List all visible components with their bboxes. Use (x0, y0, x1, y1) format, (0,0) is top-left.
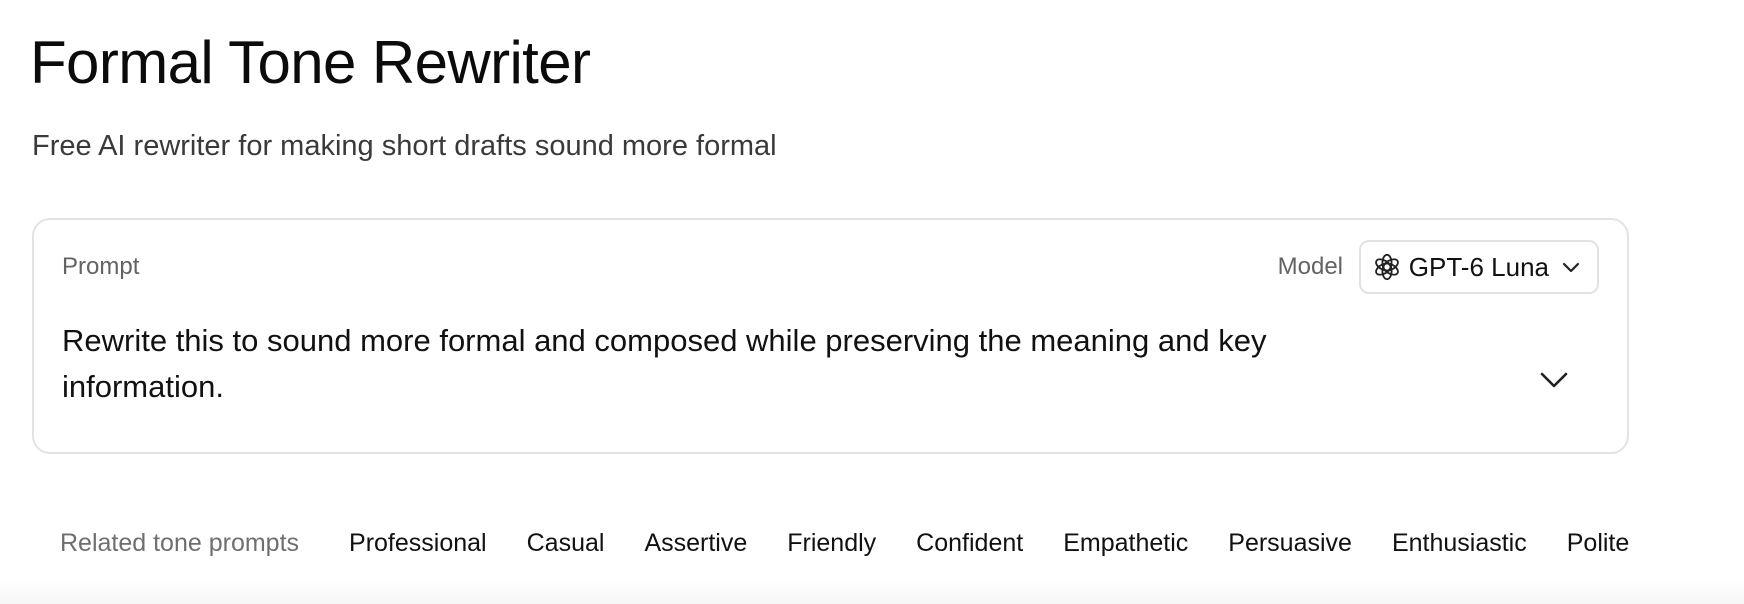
prompt-text[interactable]: Rewrite this to sound more formal and co… (62, 318, 1362, 410)
chevron-down-icon (1561, 260, 1581, 274)
tone-link-professional[interactable]: Professional (349, 529, 487, 558)
bottom-fade (0, 580, 1744, 604)
prompt-card: Prompt Model GPT-6 Luna Rewrite this to … (32, 218, 1629, 454)
tone-link-polite[interactable]: Polite (1567, 529, 1630, 558)
page-subtitle: Free AI rewriter for making short drafts… (32, 130, 777, 162)
related-label: Related tone prompts (60, 528, 300, 557)
model-value: GPT-6 Luna (1408, 252, 1549, 282)
prompt-label: Prompt (62, 253, 140, 280)
tone-link-assertive[interactable]: Assertive (644, 529, 747, 558)
tone-link-confident[interactable]: Confident (916, 529, 1023, 558)
model-label: Model (1277, 253, 1343, 280)
tone-link-casual[interactable]: Casual (527, 529, 605, 558)
tone-link-friendly[interactable]: Friendly (787, 529, 876, 558)
model-select[interactable]: GPT-6 Luna (1358, 240, 1599, 294)
openai-logo-icon (1373, 253, 1401, 281)
page-title: Formal Tone Rewriter (30, 29, 591, 96)
related-tone-prompts: Related tone prompts Professional Casual… (60, 526, 1744, 560)
tone-link-enthusiastic[interactable]: Enthusiastic (1392, 529, 1527, 558)
tone-link-persuasive[interactable]: Persuasive (1228, 529, 1352, 558)
expand-chevron-icon[interactable] (1539, 370, 1569, 390)
tone-link-empathetic[interactable]: Empathetic (1063, 529, 1188, 558)
